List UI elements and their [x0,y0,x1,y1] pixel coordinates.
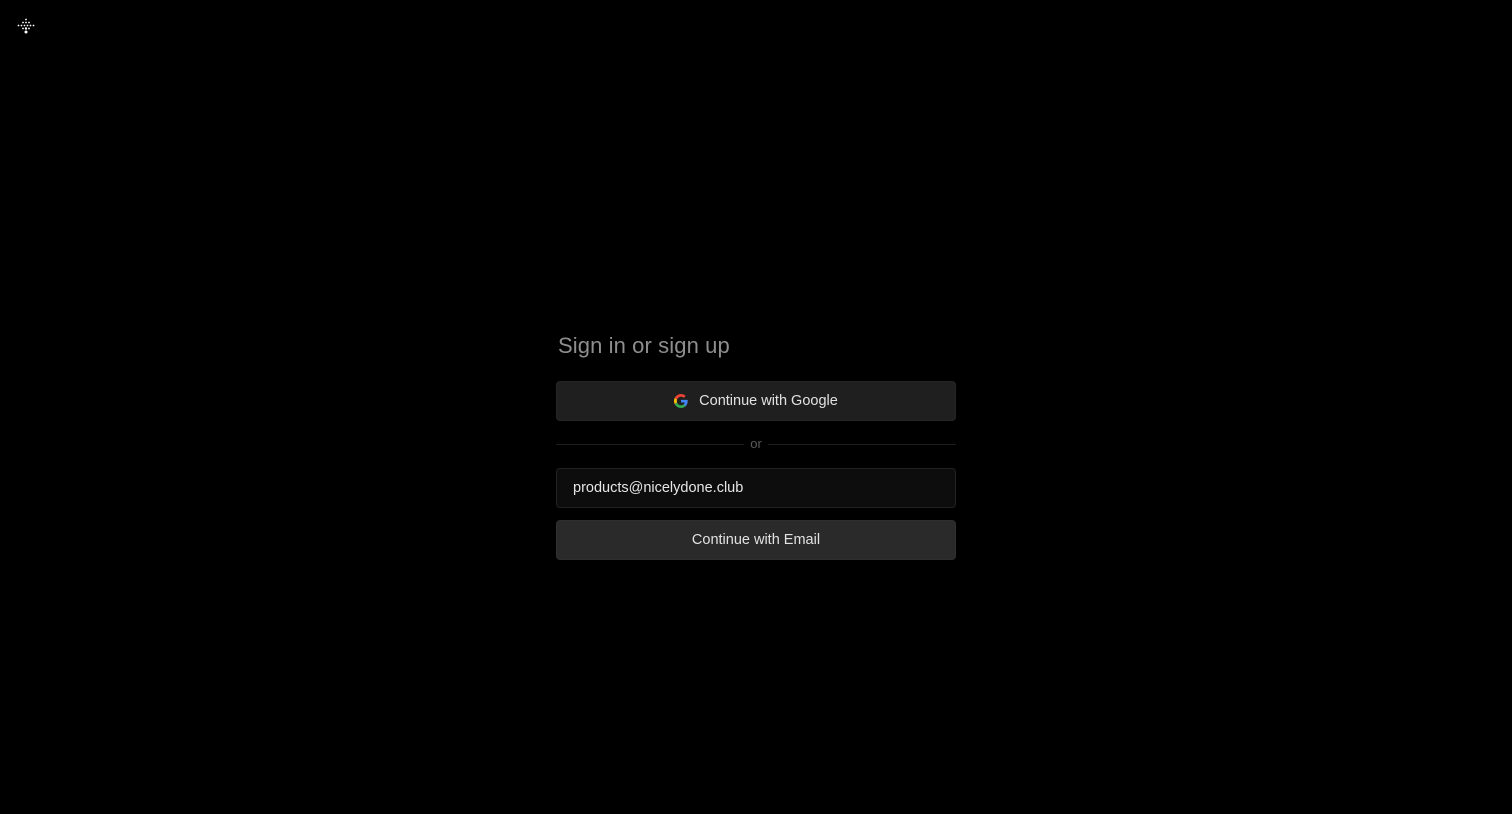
divider-line-right [767,443,956,445]
dotted-arrow-logo-icon[interactable] [17,18,35,36]
google-button-label: Continue with Google [699,393,838,409]
or-divider: or [556,436,956,452]
google-g-icon [674,394,688,408]
divider-line-left [556,443,745,445]
email-button-label: Continue with Email [691,532,821,548]
email-input[interactable] [556,468,956,508]
auth-panel: Sign in or sign up Continue with Google … [556,330,956,560]
sign-in-page: Sign in or sign up Continue with Google … [0,0,1512,814]
continue-with-email-button[interactable]: Continue with Email [556,520,956,560]
page-title: Sign in or sign up [558,333,730,358]
divider-text: or [750,436,762,451]
continue-with-google-button[interactable]: Continue with Google [556,381,956,421]
